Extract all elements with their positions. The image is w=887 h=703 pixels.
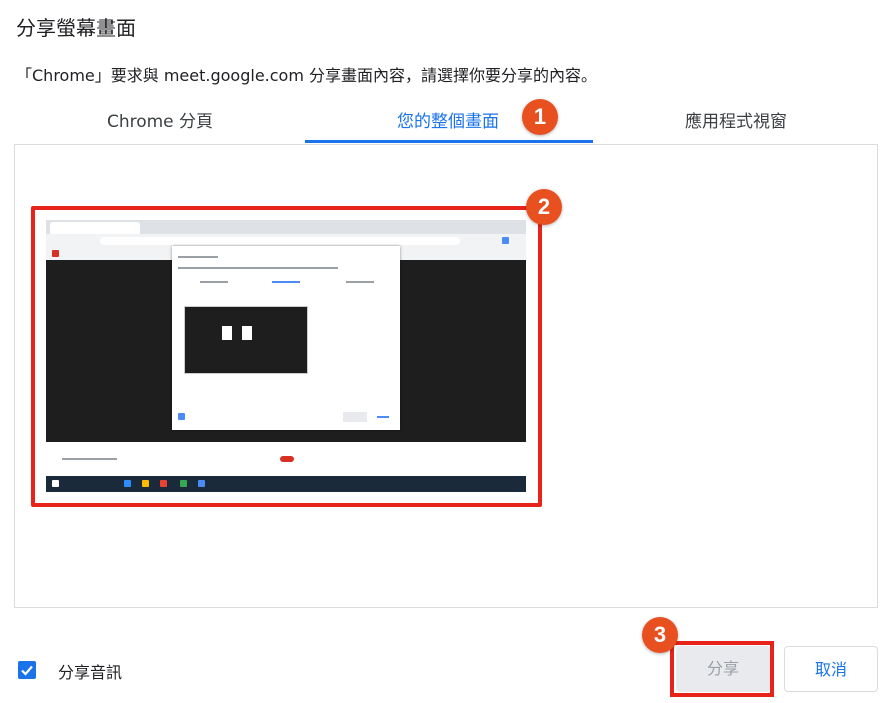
checkmark-icon bbox=[21, 665, 33, 676]
tab-bar: Chrome 分頁 您的整個畫面 應用程式視窗 bbox=[16, 100, 880, 144]
cancel-button[interactable]: 取消 bbox=[784, 646, 878, 692]
share-audio-label: 分享音訊 bbox=[58, 663, 123, 682]
share-audio-checkbox[interactable] bbox=[18, 661, 36, 679]
active-tab-indicator bbox=[305, 140, 593, 143]
share-button-highlight bbox=[670, 641, 774, 697]
tab-chrome[interactable]: Chrome 分頁 bbox=[16, 100, 304, 144]
step-badge-1: 1 bbox=[522, 99, 558, 135]
step-badge-3: 3 bbox=[642, 617, 678, 653]
dialog-description: 「Chrome」要求與 meet.google.com 分享畫面內容，請選擇你要… bbox=[16, 66, 598, 85]
tab-app-window[interactable]: 應用程式視窗 bbox=[592, 100, 880, 144]
step-badge-2: 2 bbox=[526, 189, 562, 225]
screen-thumbnail-highlight bbox=[31, 206, 542, 507]
dialog-title: 分享螢幕畫面 bbox=[16, 16, 136, 40]
